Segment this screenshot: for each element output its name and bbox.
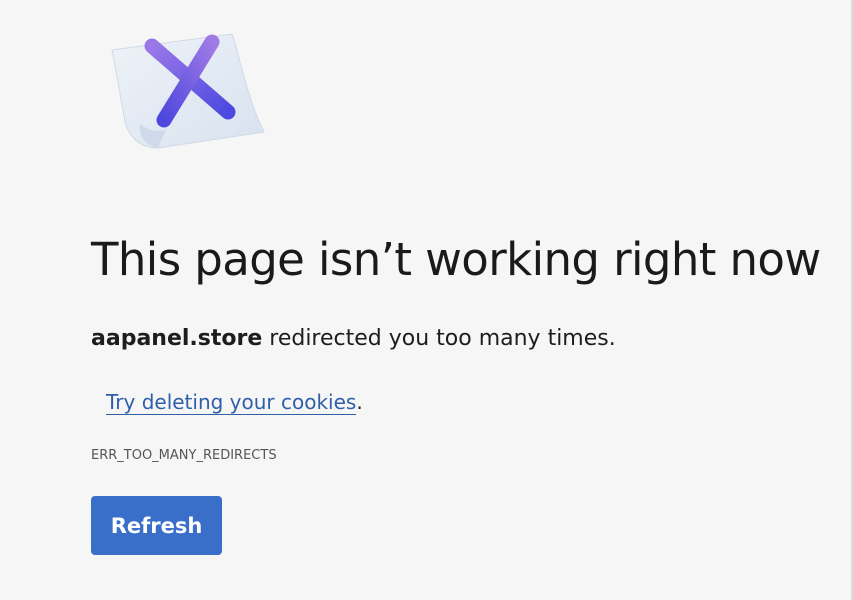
error-message: aapanel.store redirected you too many ti…: [91, 324, 616, 354]
suggestion-line: Try deleting your cookies.: [106, 388, 363, 416]
suggestion-suffix: .: [356, 390, 363, 414]
error-code: ERR_TOO_MANY_REDIRECTS: [91, 448, 277, 463]
page-title: This page isn’t working right now: [91, 233, 821, 286]
delete-cookies-link[interactable]: Try deleting your cookies: [106, 390, 357, 415]
refresh-button[interactable]: Refresh: [91, 496, 222, 555]
site-domain: aapanel.store: [91, 326, 263, 351]
error-message-text: redirected you too many times.: [262, 326, 616, 351]
broken-page-x-icon: [111, 33, 265, 149]
